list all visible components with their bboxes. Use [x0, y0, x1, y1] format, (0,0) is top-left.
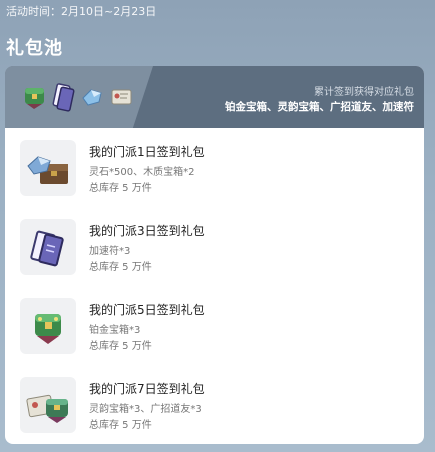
scroll-icon: [111, 89, 132, 105]
spirit-chest-scroll-icon: [26, 394, 68, 423]
speed-talisman-icon: [30, 230, 64, 267]
green-chest-icon: [25, 88, 44, 109]
pack-stock: 总库存 5 万件: [89, 262, 152, 273]
speed-talisman-icon: [52, 83, 75, 112]
pack-stock: 总库存 5 万件: [89, 341, 152, 352]
gift-pool-card: 累计签到获得对应礼包 铂金宝箱、灵韵宝箱、广招道友、加速符 我的门派1日签到礼包…: [5, 66, 424, 444]
pack-stock: 总库存 5 万件: [89, 183, 152, 194]
pack-thumb: [20, 298, 76, 354]
pack-name: 我的门派5日签到礼包: [89, 303, 205, 317]
pack-name: 我的门派7日签到礼包: [89, 382, 205, 396]
pack-content: 铂金宝箱*3: [89, 325, 141, 336]
pool-header-icons: [21, 80, 135, 114]
pack-item-day7[interactable]: 我的门派7日签到礼包 灵韵宝箱*3、广招道友*3 总库存 5 万件: [5, 365, 424, 444]
pack-content: 加速符*3: [89, 246, 131, 257]
pack-thumb: [20, 140, 76, 196]
pack-content: 灵韵宝箱*3、广招道友*3: [89, 404, 202, 415]
pack-content: 灵石*500、木质宝箱*2: [89, 167, 195, 178]
pack-name: 我的门派3日签到礼包: [89, 224, 205, 238]
pool-hint: 累计签到获得对应礼包: [314, 87, 414, 98]
pack-list: 我的门派1日签到礼包 灵石*500、木质宝箱*2 总库存 5 万件 我的门派3日…: [5, 128, 424, 444]
pack-item-day3[interactable]: 我的门派3日签到礼包 加速符*3 总库存 5 万件: [5, 207, 424, 286]
pack-item-day1[interactable]: 我的门派1日签到礼包 灵石*500、木质宝箱*2 总库存 5 万件: [5, 128, 424, 207]
spirit-stone-icon: [82, 89, 102, 106]
pack-item-day5[interactable]: 我的门派5日签到礼包 铂金宝箱*3 总库存 5 万件: [5, 286, 424, 365]
pool-rewards: 铂金宝箱、灵韵宝箱、广招道友、加速符: [225, 101, 414, 113]
pack-stock: 总库存 5 万件: [89, 420, 152, 431]
pack-thumb: [20, 219, 76, 275]
section-title: 礼包池: [6, 38, 63, 59]
platinum-chest-icon: [35, 314, 61, 344]
spirit-stone-wood-chest-icon: [27, 156, 68, 184]
pool-header: 累计签到获得对应礼包 铂金宝箱、灵韵宝箱、广招道友、加速符: [5, 66, 424, 128]
activity-time: 活动时间：2月10日~2月23日: [6, 5, 157, 18]
pack-thumb: [20, 377, 76, 433]
pack-name: 我的门派1日签到礼包: [89, 145, 205, 159]
